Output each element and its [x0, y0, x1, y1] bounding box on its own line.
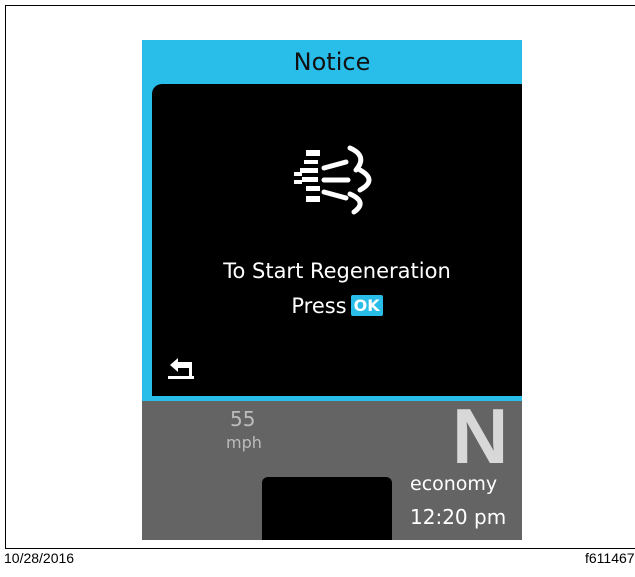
figure-id: f611467	[585, 550, 635, 566]
figure-date: 10/28/2016	[4, 550, 75, 566]
status-bar: 55 mph N economy 12:20 pm	[142, 392, 522, 540]
speed-value: 55	[230, 407, 256, 431]
black-display-area	[262, 477, 392, 540]
gear-indicator: N	[452, 392, 509, 480]
notice-panel: To Start Regeneration Press OK	[152, 84, 522, 396]
clock-time: 12:20 pm	[410, 505, 507, 529]
ok-button-badge: OK	[350, 295, 383, 316]
regen-instruction-line1: To Start Regeneration	[223, 259, 451, 283]
speed-unit: mph	[226, 433, 262, 452]
notice-title: Notice	[293, 48, 371, 76]
back-arrow-icon[interactable]	[166, 356, 196, 382]
dpf-regeneration-icon	[294, 145, 372, 215]
display-screen: Notice To Start Regeneration Press OK 55…	[142, 40, 522, 540]
drive-mode: economy	[410, 473, 498, 495]
regen-instruction-line2: Press OK	[152, 294, 522, 318]
press-label: Press	[291, 294, 347, 318]
